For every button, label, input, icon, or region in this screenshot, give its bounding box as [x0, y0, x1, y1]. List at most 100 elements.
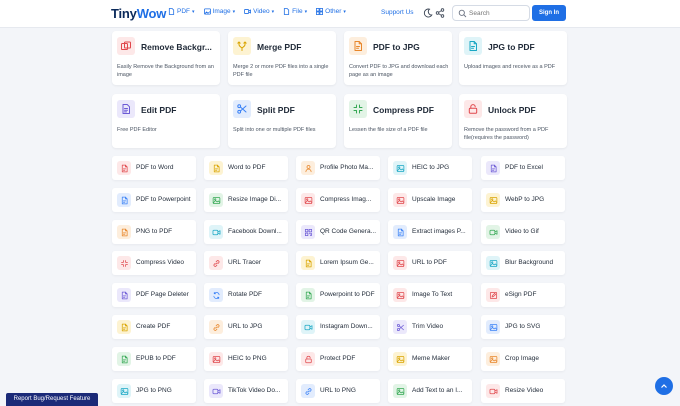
link-icon [301, 384, 315, 398]
tool-tile[interactable]: HEIC to JPG [388, 156, 472, 180]
tool-label: Profile Photo Ma... [320, 164, 374, 171]
tool-tile[interactable]: Resize Video [481, 379, 565, 403]
chevron-down-icon: ▾ [271, 8, 275, 15]
tool-tile[interactable]: Image To Text [388, 283, 472, 307]
featured-card[interactable]: PDF to JPG Convert PDF to JPG and downloa… [344, 31, 452, 85]
image-icon [393, 193, 407, 207]
image-icon [203, 8, 211, 15]
tool-label: QR Code Genera... [320, 228, 376, 235]
tool-tile[interactable]: Compress Video [112, 251, 196, 275]
tool-label: Protect PDF [320, 355, 356, 362]
featured-card[interactable]: Split PDF Split into one or multiple PDF … [228, 94, 336, 148]
tool-tile[interactable]: PDF Page Deleter [112, 283, 196, 307]
tool-tile[interactable]: Facebook Downl... [204, 220, 288, 244]
image-icon [117, 384, 131, 398]
file-icon [283, 8, 290, 15]
search-box[interactable] [452, 5, 530, 21]
tool-label: URL to PDF [412, 259, 447, 266]
tool-label: JPG to PNG [136, 387, 172, 394]
moon-icon[interactable] [423, 8, 433, 18]
nav-file[interactable]: File ▾ [283, 8, 307, 15]
featured-title: Edit PDF [141, 105, 177, 115]
tool-tile[interactable]: JPG to PNG [112, 379, 196, 403]
pdf-icon [168, 8, 175, 15]
tool-tile[interactable]: Trim Video [388, 315, 472, 339]
featured-description: Upload images and receive as a PDF [464, 64, 556, 70]
tinywow-logo[interactable]: TinyWow [111, 6, 166, 21]
tool-tile[interactable]: Create PDF [112, 315, 196, 339]
featured-card[interactable]: Merge PDF Merge 2 or more PDF files into … [228, 31, 336, 85]
tool-tile[interactable]: Add Text to an I... [388, 379, 472, 403]
featured-description: Lessen the file size of a PDF file [349, 127, 428, 133]
nav-image[interactable]: Image ▾ [203, 8, 236, 15]
tool-tile[interactable]: Crop Image [481, 347, 565, 371]
image-icon [393, 352, 407, 366]
chevron-down-icon: ▾ [232, 8, 236, 15]
report-bug-button[interactable]: Report Bug/Request Feature [6, 393, 98, 406]
tool-tile[interactable]: TikTok Video Do... [204, 379, 288, 403]
tool-label: URL to JPG [228, 323, 263, 330]
tool-tile[interactable]: QR Code Genera... [296, 220, 380, 244]
tool-tile[interactable]: eSign PDF [481, 283, 565, 307]
tool-tile[interactable]: Protect PDF [296, 347, 380, 371]
tool-tile[interactable]: EPUB to PDF [112, 347, 196, 371]
tool-tile[interactable]: PDF to Word [112, 156, 196, 180]
tool-tile[interactable]: Resize Image Di... [204, 188, 288, 212]
featured-card[interactable]: JPG to PDF Upload images and receive as a… [459, 31, 567, 85]
nav-video[interactable]: Video ▾ [244, 8, 274, 15]
nav-pdf[interactable]: PDF ▾ [168, 8, 195, 15]
tool-tile[interactable]: Instagram Down... [296, 315, 380, 339]
tool-tile[interactable]: URL to JPG [204, 315, 288, 339]
scroll-to-top-button[interactable] [655, 377, 673, 395]
tool-label: Meme Maker [412, 355, 450, 362]
tool-tile[interactable]: HEIC to PNG [204, 347, 288, 371]
tool-label: Powerpoint to PDF [320, 291, 375, 298]
featured-title: Remove Backgr... [141, 42, 212, 52]
tool-label: eSign PDF [505, 291, 537, 298]
tool-tile[interactable]: Extract images P... [388, 220, 472, 244]
image-icon [301, 193, 315, 207]
tool-tile[interactable]: Meme Maker [388, 347, 472, 371]
compress-icon [117, 256, 131, 270]
search-input[interactable] [469, 8, 527, 19]
tool-label: HEIC to JPG [412, 164, 450, 171]
featured-description: Merge 2 or more PDF files into a single … [233, 64, 329, 78]
share-icon[interactable] [435, 8, 445, 18]
tool-label: PDF Page Deleter [136, 291, 189, 298]
chevron-up-icon [661, 384, 667, 388]
tool-tile[interactable]: URL Tracer [204, 251, 288, 275]
video-icon [209, 225, 223, 239]
tool-tile[interactable]: Video to Gif [481, 220, 565, 244]
tool-tile[interactable]: WebP to JPG [481, 188, 565, 212]
tool-tile[interactable]: URL to PNG [296, 379, 380, 403]
tool-tile[interactable]: Lorem Ipsum Ge... [296, 251, 380, 275]
featured-card[interactable]: Compress PDF Lessen the file size of a PD… [344, 94, 452, 148]
tool-label: WebP to JPG [505, 196, 545, 203]
nav-other[interactable]: Other ▾ [316, 8, 346, 15]
tool-tile[interactable]: URL to PDF [388, 251, 472, 275]
featured-card[interactable]: Unlock PDF Remove the password from a PDF… [459, 94, 567, 148]
merge-icon [233, 37, 251, 55]
tool-label: PNG to PDF [136, 228, 173, 235]
tool-tile[interactable]: PDF to Powerpoint [112, 188, 196, 212]
tool-label: Trim Video [412, 323, 444, 330]
support-us-link[interactable]: Support Us [381, 9, 414, 16]
tool-tile[interactable]: PNG to PDF [112, 220, 196, 244]
featured-card[interactable]: Remove Backgr... Easily Remove the Backgr… [112, 31, 220, 85]
tool-tile[interactable]: Upscale Image [388, 188, 472, 212]
tool-tile[interactable]: Powerpoint to PDF [296, 283, 380, 307]
tool-tile[interactable]: Profile Photo Ma... [296, 156, 380, 180]
grid-icon [316, 8, 324, 15]
tool-tile[interactable]: JPG to SVG [481, 315, 565, 339]
top-header: TinyWow PDF ▾ Image ▾ Video ▾ File ▾ Other ▾ Supp… [0, 0, 680, 28]
tool-label: Create PDF [136, 323, 171, 330]
tool-tile[interactable]: Compress Imag... [296, 188, 380, 212]
featured-card[interactable]: Edit PDF Free PDF Editor [112, 94, 220, 148]
tool-tile[interactable]: Word to PDF [204, 156, 288, 180]
tool-tile[interactable]: PDF to Excel [481, 156, 565, 180]
sign-in-button[interactable]: Sign In [532, 5, 566, 21]
featured-title: Merge PDF [257, 42, 302, 52]
tool-tile[interactable]: Rotate PDF [204, 283, 288, 307]
tool-tile[interactable]: Blur Background [481, 251, 565, 275]
featured-title: PDF to JPG [373, 42, 420, 52]
